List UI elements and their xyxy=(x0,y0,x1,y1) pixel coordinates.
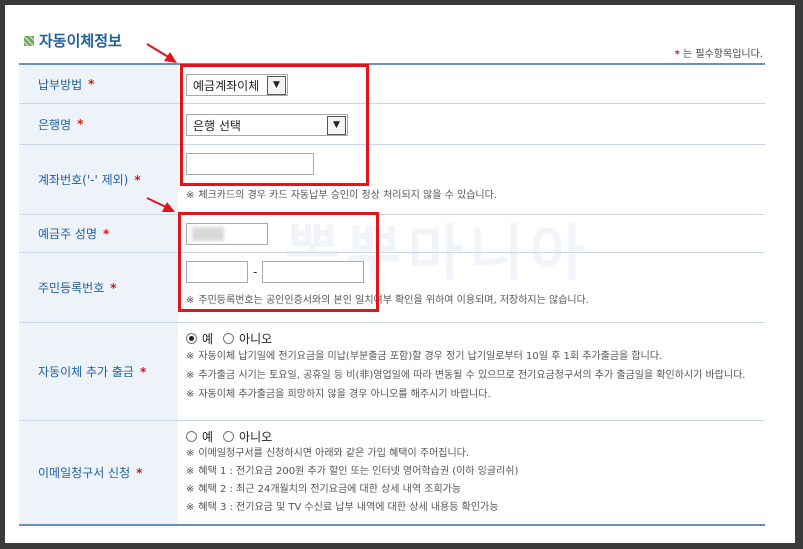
note-mark: ※ xyxy=(186,190,195,201)
extra-withdraw-options: 예 아니오 xyxy=(186,329,757,347)
account-number-input[interactable] xyxy=(186,153,314,175)
email-bill-options: 예 아니오 xyxy=(186,427,757,445)
email-bill-yes-label: 예 xyxy=(202,429,214,444)
email-bill-no-label: 아니오 xyxy=(239,429,273,444)
holder-name-input[interactable] xyxy=(186,223,268,245)
required-star: * xyxy=(139,364,147,379)
email-bill-no-radio[interactable] xyxy=(223,430,235,442)
chevron-down-icon[interactable]: ▼ xyxy=(327,115,346,135)
required-star: * xyxy=(136,465,143,480)
redacted-name xyxy=(192,227,224,241)
resident-number-label: 주민등록번호 * xyxy=(19,253,178,322)
required-star: * xyxy=(134,172,141,187)
email-bill-label-text: 이메일청구서 신청 xyxy=(38,466,131,480)
row-extra-withdraw: 자동이체 추가 출금 * 예 아니오 ※ 자동이체 납기일에 전기요금을 미납(부… xyxy=(19,323,765,421)
account-number-label-text: 계좌번호('-' 제외) xyxy=(38,173,129,187)
row-payment-method: 납부방법 * 예금계좌이체 ▼ xyxy=(19,65,765,104)
resident-number-inputs: - xyxy=(186,261,757,283)
email-bill-cell: 예 아니오 ※ 이메일청구서를 신청하시면 아래와 같은 가입 혜택이 주어집니다… xyxy=(178,421,765,524)
required-star: * xyxy=(77,117,84,131)
bank-name-label: 은행명 * xyxy=(19,104,178,144)
email-bill-note-3: ※ 혜택 2 : 최근 24개월치의 전기요금에 대한 상세 내역 조회가능 xyxy=(186,481,757,499)
payment-method-selected: 예금계좌이체 xyxy=(193,78,260,93)
note-mark: ※ xyxy=(186,466,195,477)
note-mark: ※ xyxy=(186,484,195,495)
payment-method-cell: 예금계좌이체 ▼ xyxy=(178,65,765,103)
chevron-down-icon[interactable]: ▼ xyxy=(267,75,286,95)
payment-method-label: 납부방법 * xyxy=(19,65,178,103)
account-number-label: 계좌번호('-' 제외) * xyxy=(19,145,178,214)
email-bill-note-2: ※ 혜택 1 : 전기요금 200원 추가 할인 또는 인터넷 영어학습권 (이하… xyxy=(186,463,757,481)
email-bill-note-text: 혜택 3 : 전기요금 및 TV 수신료 납부 내역에 대한 상세 내용등 확인… xyxy=(198,502,499,513)
section-title: 자동이체정보 xyxy=(24,30,122,51)
extra-withdraw-note-text: 추가출금 시기는 토요일, 공휴일 등 비(非)영업일에 따라 변동될 수 있으… xyxy=(198,370,746,381)
required-star: * xyxy=(103,226,110,241)
bank-selected: 은행 선택 xyxy=(193,118,241,133)
required-star: * xyxy=(110,280,117,295)
account-number-note: ※ 체크카드의 경우 카드 자동납부 승인이 정상 처리되지 않을 수 있습니다. xyxy=(186,187,757,205)
extra-withdraw-note-1: ※ 자동이체 납기일에 전기요금을 미납(부분출금 포함)할 경우 정기 납기일로… xyxy=(186,349,757,364)
resident-number-label-text: 주민등록번호 xyxy=(38,281,105,295)
payment-method-label-text: 납부방법 xyxy=(38,77,83,92)
required-mark: * xyxy=(674,49,680,60)
email-bill-note-4: ※ 혜택 3 : 전기요금 및 TV 수신료 납부 내역에 대한 상세 내용등 확… xyxy=(186,499,757,517)
note-mark: ※ xyxy=(186,351,195,362)
email-bill-note-text: 혜택 2 : 최근 24개월치의 전기요금에 대한 상세 내역 조회가능 xyxy=(198,484,462,495)
extra-withdraw-no-label: 아니오 xyxy=(239,331,273,346)
row-bank-name: 은행명 * 은행 선택 ▼ xyxy=(19,104,765,145)
note-mark: ※ xyxy=(186,295,195,306)
extra-withdraw-label-text: 자동이체 추가 출금 xyxy=(38,365,134,379)
resident-number-note: ※ 주민등록번호는 공인인증서와의 본인 일치여부 확인을 위하여 이용되며, 저… xyxy=(186,292,757,310)
required-legend: * 는 필수항목입니다. xyxy=(675,45,763,60)
holder-name-cell xyxy=(178,215,765,252)
account-number-cell: ※ 체크카드의 경우 카드 자동납부 승인이 정상 처리되지 않을 수 있습니다. xyxy=(178,145,765,214)
note-mark: ※ xyxy=(186,502,195,513)
extra-withdraw-note-text: 자동이체 추가출금을 희망하지 않을 경우 아니오를 해주시기 바랍니다. xyxy=(198,389,491,400)
extra-withdraw-yes-radio[interactable] xyxy=(186,332,197,344)
required-legend-text: 는 필수항목입니다. xyxy=(683,49,763,60)
resident-number-back-input[interactable] xyxy=(262,261,365,283)
extra-withdraw-yes-label: 예 xyxy=(202,331,214,346)
autopay-form: 납부방법 * 예금계좌이체 ▼ 은행명 * 은행 선택 ▼ 계좌번호('-' 제… xyxy=(19,63,765,526)
section-title-text: 자동이체정보 xyxy=(39,32,122,50)
holder-name-label: 예금주 성명 * xyxy=(19,215,178,252)
extra-withdraw-no-radio[interactable] xyxy=(223,332,235,344)
email-bill-yes-radio[interactable] xyxy=(186,430,197,442)
extra-withdraw-label: 자동이체 추가 출금 * xyxy=(19,323,178,420)
row-account-number: 계좌번호('-' 제외) * ※ 체크카드의 경우 카드 자동납부 승인이 정상 … xyxy=(19,145,765,215)
extra-withdraw-note-2: ※ 추가출금 시기는 토요일, 공휴일 등 비(非)영업일에 따라 변동될 수 있… xyxy=(186,368,757,383)
extra-withdraw-cell: 예 아니오 ※ 자동이체 납기일에 전기요금을 미납(부분출금 포함)할 경우 정… xyxy=(178,323,765,420)
note-mark: ※ xyxy=(186,389,195,400)
payment-method-select[interactable]: 예금계좌이체 ▼ xyxy=(186,74,288,96)
row-email-bill: 이메일청구서 신청 * 예 아니오 ※ 이메일청구서를 신청하시면 아래와 같은 … xyxy=(19,421,765,526)
email-bill-note-text: 혜택 1 : 전기요금 200원 추가 할인 또는 인터넷 영어학습권 (이하 … xyxy=(198,466,519,477)
email-bill-note-1: ※ 이메일청구서를 신청하시면 아래와 같은 가입 혜택이 주어집니다. xyxy=(186,445,757,463)
email-bill-label: 이메일청구서 신청 * xyxy=(19,421,178,524)
holder-name-label-text: 예금주 성명 xyxy=(38,227,98,241)
required-star: * xyxy=(88,77,95,91)
bank-name-label-text: 은행명 xyxy=(38,117,72,132)
note-mark: ※ xyxy=(186,370,195,381)
resident-number-note-text: 주민등록번호는 공인인증서와의 본인 일치여부 확인을 위하여 이용되며, 저장… xyxy=(198,295,589,306)
email-bill-note-text: 이메일청구서를 신청하시면 아래와 같은 가입 혜택이 주어집니다. xyxy=(198,448,470,459)
note-mark: ※ xyxy=(186,448,195,459)
bank-name-cell: 은행 선택 ▼ xyxy=(178,104,765,144)
account-number-note-text: 체크카드의 경우 카드 자동납부 승인이 정상 처리되지 않을 수 있습니다. xyxy=(198,190,497,201)
bank-select[interactable]: 은행 선택 ▼ xyxy=(186,114,348,136)
extra-withdraw-note-3: ※ 자동이체 추가출금을 희망하지 않을 경우 아니오를 해주시기 바랍니다. xyxy=(186,387,757,402)
row-holder-name: 예금주 성명 * xyxy=(19,215,765,253)
row-resident-number: 주민등록번호 * - ※ 주민등록번호는 공인인증서와의 본인 일치여부 확인을 … xyxy=(19,253,765,323)
resident-number-dash: - xyxy=(253,265,258,279)
extra-withdraw-note-text: 자동이체 납기일에 전기요금을 미납(부분출금 포함)할 경우 정기 납기일로부… xyxy=(198,351,663,362)
resident-number-cell: - ※ 주민등록번호는 공인인증서와의 본인 일치여부 확인을 위하여 이용되며,… xyxy=(178,253,765,322)
section-bullet-icon xyxy=(24,35,34,46)
resident-number-front-input[interactable] xyxy=(186,261,248,283)
